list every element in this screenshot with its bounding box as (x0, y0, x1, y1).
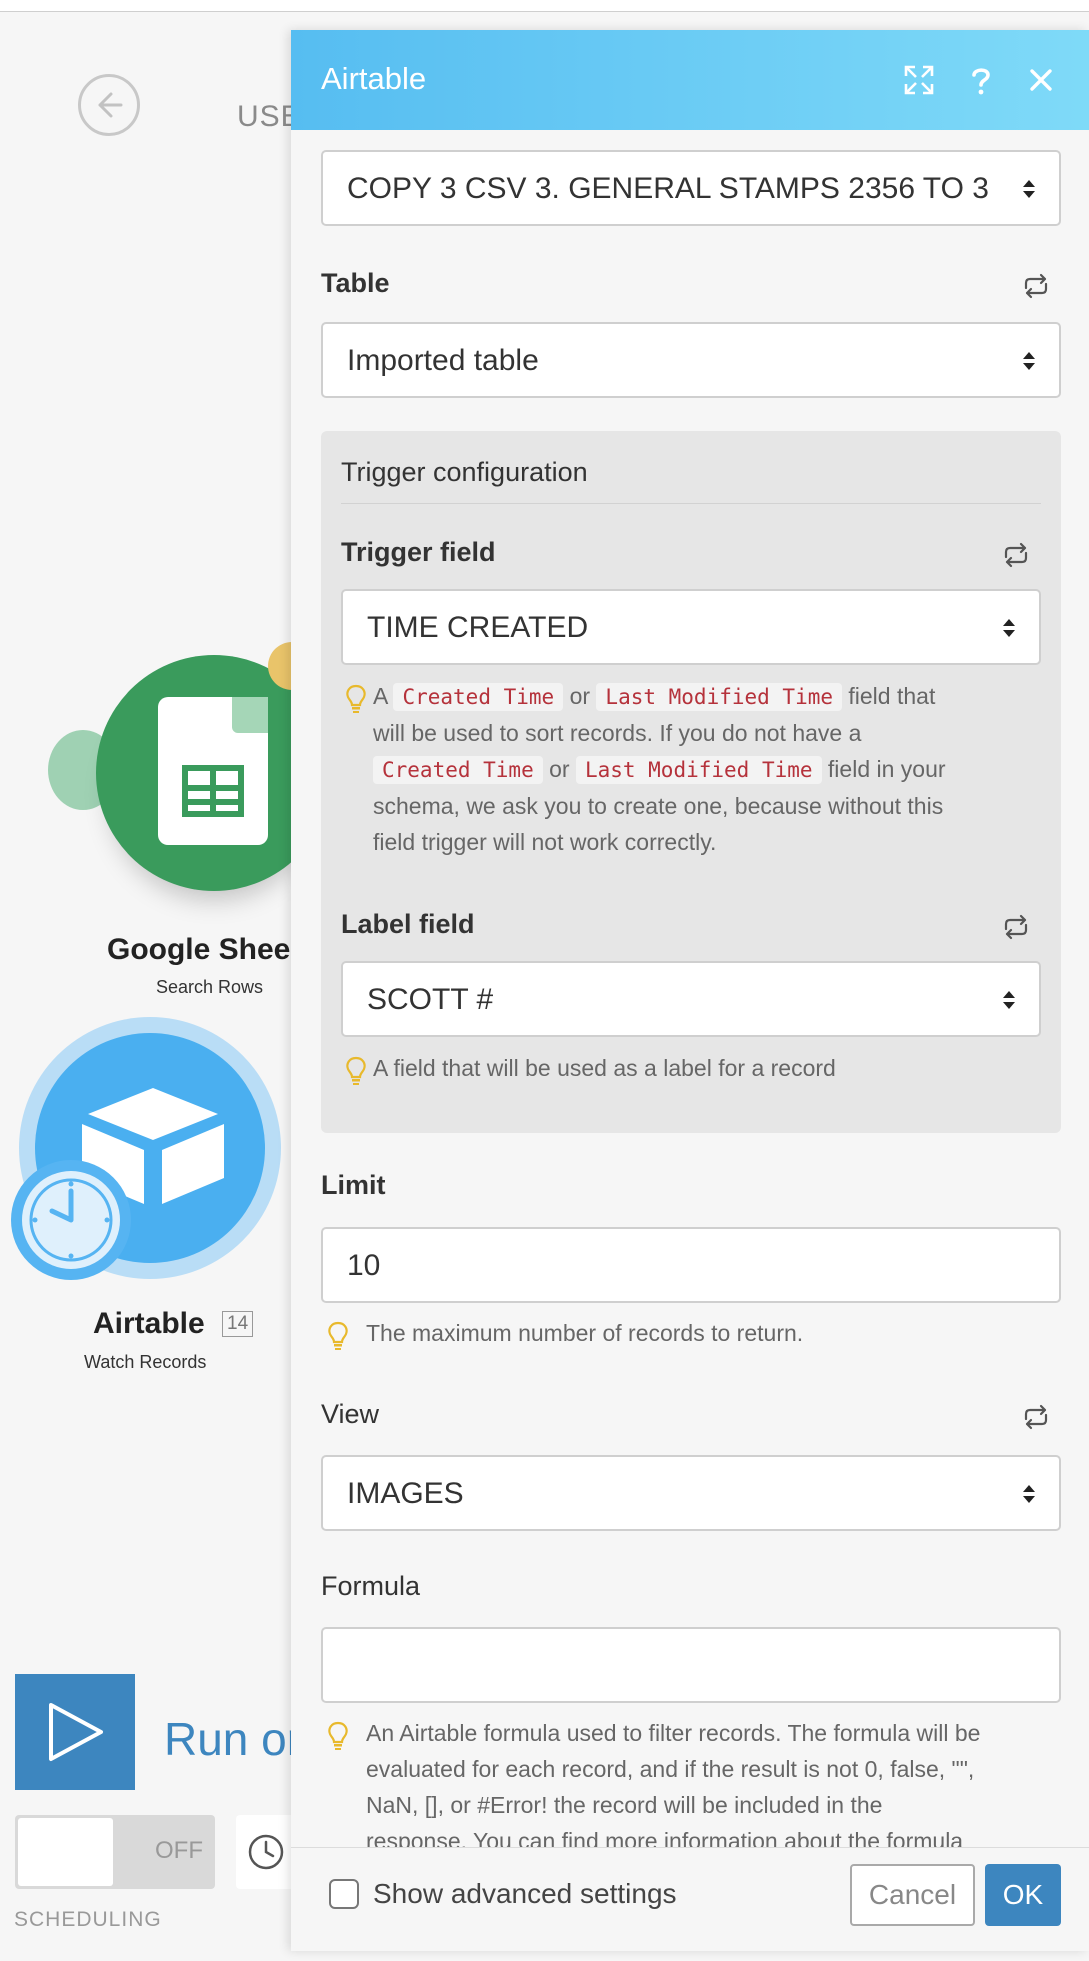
airtable-settings-panel: Airtable COPY 3 CSV 3. GENERAL STAMPS 23… (291, 30, 1089, 1951)
limit-hint: The maximum number of records to return. (366, 1320, 804, 1346)
view-refresh-button[interactable] (1021, 1404, 1051, 1430)
advanced-settings-checkbox[interactable] (329, 1879, 359, 1909)
back-button[interactable] (78, 74, 140, 136)
trigger-configuration-title: Trigger configuration (341, 457, 588, 487)
table-label: Table (321, 268, 390, 298)
scheduling-toggle[interactable]: OFF (15, 1815, 215, 1889)
expand-button[interactable] (899, 60, 939, 100)
table-refresh-button[interactable] (1021, 273, 1051, 299)
select-arrows-icon (1021, 350, 1037, 372)
view-select-value: IMAGES (347, 1477, 464, 1510)
ok-button[interactable]: OK (985, 1864, 1061, 1926)
close-button[interactable] (1021, 60, 1061, 100)
table-select-value: Imported table (347, 344, 539, 377)
run-once-label[interactable]: Run or (164, 1712, 302, 1766)
code-last-modified-time: Last Modified Time (575, 756, 822, 784)
code-last-modified-time: Last Modified Time (596, 683, 842, 711)
run-once-button[interactable] (15, 1674, 135, 1790)
lightbulb-icon (345, 684, 367, 714)
refresh-icon (1024, 1404, 1048, 1430)
airtable-subtitle: Watch Records (84, 1352, 207, 1372)
trigger-field-label: Trigger field (341, 537, 496, 567)
lightbulb-icon (345, 1056, 367, 1086)
cancel-button[interactable]: Cancel (850, 1864, 975, 1926)
select-arrows-icon (1021, 1483, 1037, 1505)
formula-label: Formula (321, 1571, 421, 1601)
panel-footer: Show advanced settings Cancel OK (291, 1847, 1089, 1951)
panel-header: Airtable (291, 30, 1089, 130)
panel-title: Airtable (321, 61, 427, 96)
limit-label: Limit (321, 1170, 386, 1200)
lightbulb-icon (327, 1321, 349, 1351)
formula-hint: An Airtable formula used to filter recor… (366, 1720, 981, 1854)
toggle-knob (18, 1818, 113, 1886)
refresh-icon (1004, 914, 1028, 940)
code-created-time: Created Time (393, 683, 564, 711)
help-icon (972, 68, 990, 95)
limit-input[interactable]: 10 (321, 1227, 1061, 1303)
help-button[interactable] (961, 60, 1001, 100)
top-bar (0, 0, 1089, 12)
label-field-select[interactable]: SCOTT # (341, 961, 1041, 1037)
airtable-title: Airtable (93, 1307, 205, 1340)
play-icon (49, 1703, 103, 1761)
view-select[interactable]: IMAGES (321, 1455, 1061, 1531)
clock-icon (22, 1171, 120, 1269)
google-sheets-subtitle: Search Rows (156, 977, 264, 997)
refresh-icon (1024, 273, 1048, 299)
limit-value: 10 (347, 1249, 381, 1282)
clock-icon (248, 1834, 284, 1870)
module-id-badge: 14 (222, 1311, 254, 1337)
scheduling-label: SCHEDULING (14, 1908, 162, 1931)
advanced-settings-label[interactable]: Show advanced settings (373, 1878, 677, 1910)
expand-icon (904, 65, 934, 95)
label-field-hint: A field that will be used as a label for… (373, 1055, 836, 1081)
trigger-field-select[interactable]: TIME CREATED (341, 589, 1041, 665)
label-field-refresh-button[interactable] (1001, 914, 1031, 940)
lightbulb-icon (327, 1721, 349, 1751)
toggle-state: OFF (155, 1837, 203, 1864)
table-select[interactable]: Imported table (321, 322, 1061, 398)
trigger-field-refresh-button[interactable] (1001, 542, 1031, 568)
back-arrow-icon (98, 92, 123, 118)
google-sheets-title: Google Shee (107, 933, 291, 966)
base-select[interactable]: COPY 3 CSV 3. GENERAL STAMPS 2356 TO 3 (321, 150, 1061, 226)
view-label: View (321, 1399, 380, 1429)
trigger-field-value: TIME CREATED (367, 611, 589, 644)
select-arrows-icon (1021, 178, 1037, 200)
formula-input[interactable] (321, 1627, 1061, 1703)
label-field-label: Label field (341, 909, 475, 939)
refresh-icon (1004, 542, 1028, 568)
trigger-configuration-section: Trigger configuration Trigger field TIME… (321, 431, 1061, 1133)
select-arrows-icon (1001, 989, 1017, 1011)
base-select-value: COPY 3 CSV 3. GENERAL STAMPS 2356 TO 3 (347, 172, 989, 205)
divider (341, 503, 1041, 504)
spreadsheet-icon (158, 697, 268, 845)
close-icon (1030, 69, 1052, 91)
label-field-value: SCOTT # (367, 983, 494, 1016)
schedule-settings-button[interactable] (236, 1815, 296, 1889)
code-created-time: Created Time (373, 756, 543, 784)
select-arrows-icon (1001, 617, 1017, 639)
trigger-field-hint: A Created Time or Last Modified Time fie… (373, 683, 946, 855)
